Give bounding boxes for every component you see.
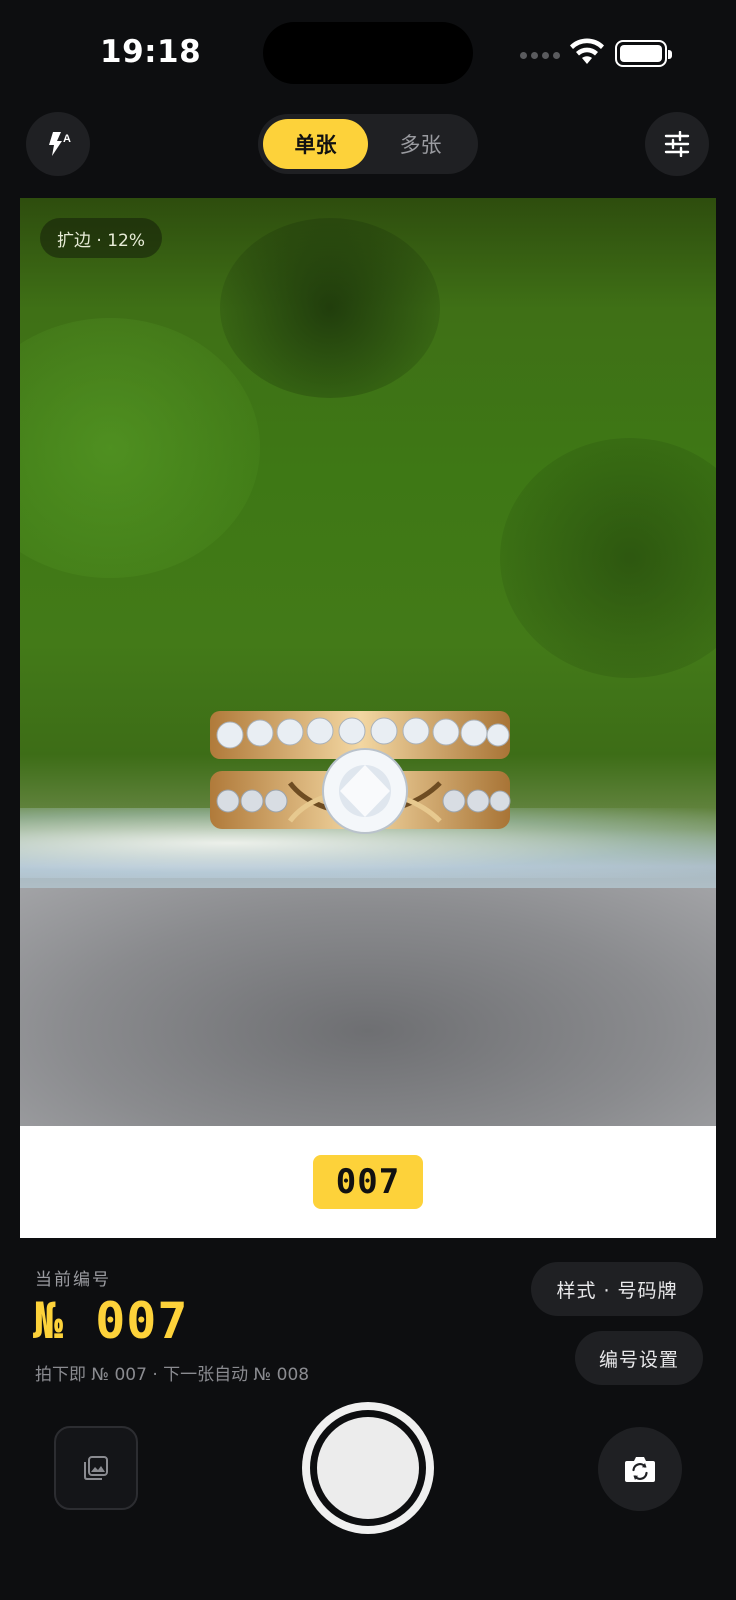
shutter-ring bbox=[310, 1410, 426, 1526]
mode-single-tab[interactable]: 单张 bbox=[263, 119, 368, 169]
sliders-icon bbox=[664, 131, 690, 157]
shutter-button[interactable] bbox=[302, 1402, 434, 1534]
dynamic-island bbox=[263, 22, 473, 84]
ring-subject bbox=[210, 711, 511, 834]
status-time: 19:18 bbox=[100, 34, 202, 70]
capture-mode-switch: 单张 多张 bbox=[258, 114, 478, 174]
camera-preview-image: 扩边 · 12% bbox=[20, 198, 716, 1126]
current-number-label: 当前编号 bbox=[35, 1270, 111, 1290]
current-number-value: № 007 bbox=[33, 1292, 189, 1350]
extend-border-chip[interactable]: 扩边 · 12% bbox=[40, 218, 162, 258]
number-plate-badge: 007 bbox=[313, 1155, 423, 1209]
gallery-button[interactable] bbox=[54, 1426, 138, 1510]
style-number-plate-button[interactable]: 样式 · 号码牌 bbox=[531, 1262, 703, 1316]
flash-auto-button[interactable]: A bbox=[26, 112, 90, 176]
status-bar: 19:18 bbox=[0, 0, 736, 100]
gallery-icon bbox=[84, 1456, 108, 1480]
flash-auto-icon: A bbox=[49, 132, 71, 156]
flip-camera-button[interactable] bbox=[598, 1427, 682, 1511]
frame-border: 007 bbox=[20, 1126, 716, 1238]
number-settings-button[interactable]: 编号设置 bbox=[575, 1331, 703, 1385]
next-number-hint: 拍下即 № 007 · 下一张自动 № 008 bbox=[35, 1365, 310, 1385]
wifi-icon bbox=[570, 38, 604, 64]
svg-text:A: A bbox=[63, 133, 71, 145]
cellular-signal-icon bbox=[520, 52, 560, 59]
camera-flip-icon bbox=[625, 1457, 655, 1482]
camera-screen: 19:18 A 单张 多张 扩边 · 12% 007 当前编号 № 007 拍下… bbox=[0, 0, 736, 1600]
mode-multiple-tab[interactable]: 多张 bbox=[368, 119, 473, 169]
battery-icon bbox=[615, 40, 672, 67]
adjust-settings-button[interactable] bbox=[645, 112, 709, 176]
shutter-inner bbox=[317, 1417, 419, 1519]
viewfinder[interactable]: 扩边 · 12% 007 bbox=[20, 198, 716, 1238]
